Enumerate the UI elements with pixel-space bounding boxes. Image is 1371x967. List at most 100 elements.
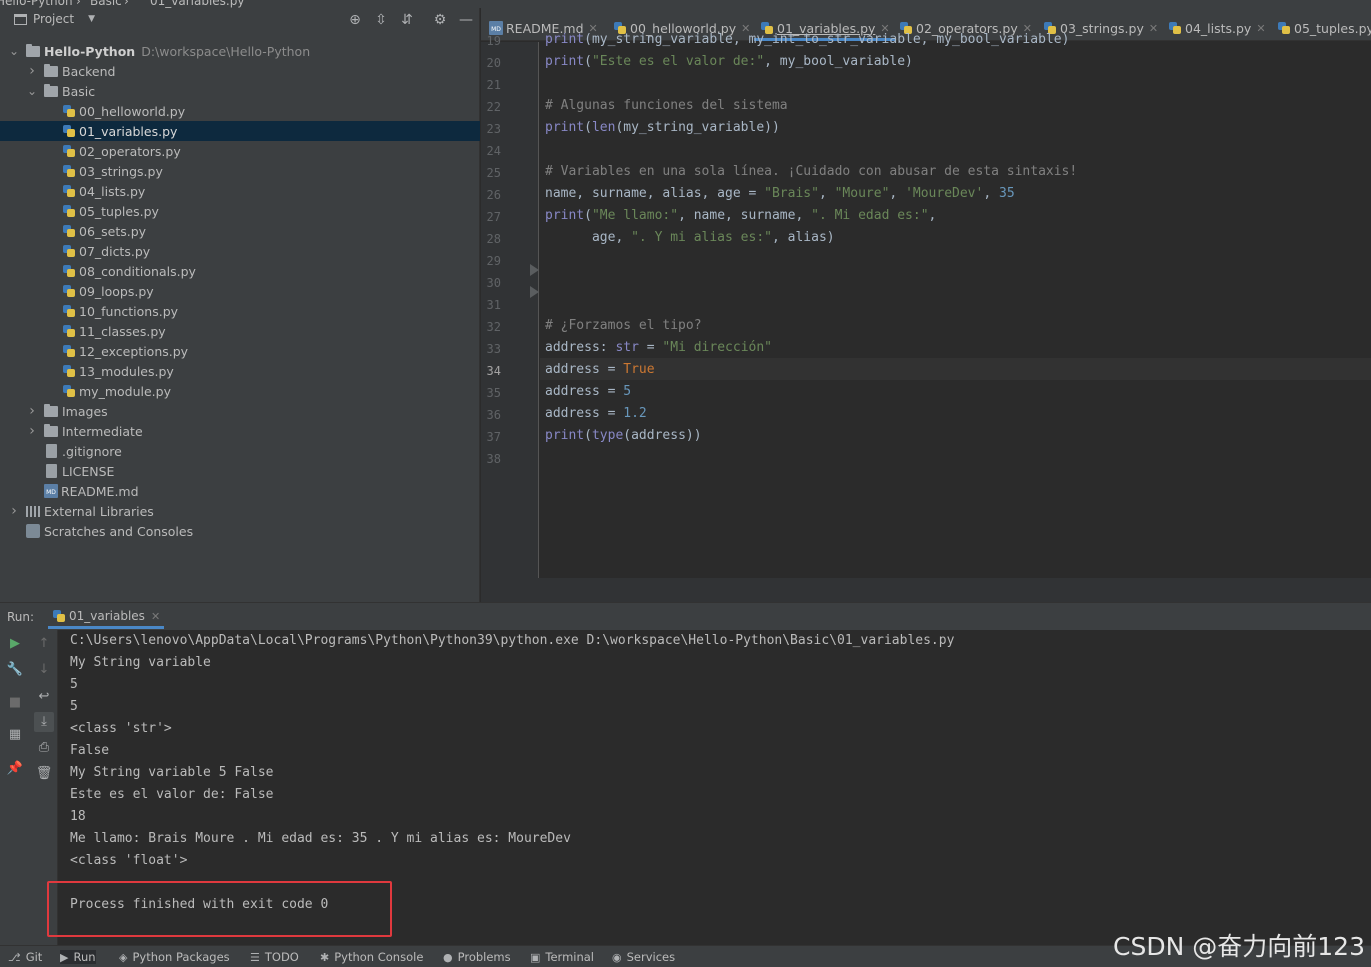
toolwindow-run[interactable]: ▶ Run <box>60 950 96 964</box>
chevron-down-icon: ▼ <box>88 14 95 24</box>
tree-item[interactable]: › Intermediate <box>0 421 480 441</box>
chevron-right-icon[interactable]: › <box>26 64 38 78</box>
code-line: address: str = "Mi dirección" <box>545 340 772 355</box>
python-console-icon: ✱ <box>320 950 330 964</box>
tree-item[interactable]: 13_modules.py <box>0 361 480 381</box>
arrow-down-icon[interactable]: ↓ <box>34 660 54 680</box>
locate-file-icon[interactable]: ⊕ <box>346 11 364 29</box>
navigation-breadcrumb: Hello-Python › Basic › 01_variables.py <box>0 0 1371 8</box>
tree-item[interactable]: › External Libraries <box>0 501 480 521</box>
chevron-down-icon[interactable]: ⌄ <box>8 45 20 57</box>
console-line: Este es el valor de: False <box>70 787 274 802</box>
layout-icon[interactable]: ▦ <box>5 725 25 745</box>
code-editor[interactable]: 19 20 21 22 23 24 25 26 27 28 29 30 31 32 33 34 35 36 37 38… <box>481 32 1371 578</box>
toolwindow-label: Python Console <box>334 950 424 964</box>
line-number: 25 <box>486 166 501 180</box>
tree-item[interactable]: 02_operators.py <box>0 141 480 161</box>
folder-icon <box>26 43 40 57</box>
tree-item[interactable]: 10_functions.py <box>0 301 480 321</box>
tree-item[interactable]: 03_strings.py <box>0 161 480 181</box>
chevron-down-icon[interactable]: ⌄ <box>26 85 38 97</box>
todo-icon: ☰ <box>250 950 260 964</box>
chevron-right-icon[interactable]: › <box>26 424 38 438</box>
close-icon[interactable]: ✕ <box>1256 22 1265 35</box>
tree-item[interactable]: my_module.py <box>0 381 480 401</box>
toolwindow-git[interactable]: ⎇ Git <box>8 950 42 964</box>
console-line: C:\Users\lenovo\AppData\Local\Programs\P… <box>70 633 955 648</box>
arrow-up-icon[interactable]: ↑ <box>34 634 54 654</box>
line-number: 20 <box>486 56 501 70</box>
tree-item[interactable]: 06_sets.py <box>0 221 480 241</box>
editor-tab[interactable]: 05_tuples.py <box>1277 17 1371 39</box>
close-icon[interactable]: ✕ <box>1149 22 1158 35</box>
folder-icon <box>44 83 58 97</box>
tree-item[interactable]: 04_lists.py <box>0 181 480 201</box>
editor-footer <box>481 578 1371 602</box>
tree-item[interactable]: Scratches and Consoles <box>0 521 480 541</box>
gear-icon[interactable]: ⚙ <box>431 11 449 29</box>
code-line: print(type(address)) <box>545 428 702 443</box>
toolwindow-todo[interactable]: ☰ TODO <box>250 950 299 964</box>
tree-item-label: 04_lists.py <box>79 183 146 199</box>
tree-item[interactable]: 05_tuples.py <box>0 201 480 221</box>
tree-item[interactable]: 09_loops.py <box>0 281 480 301</box>
tree-item[interactable]: ⌄ Basic <box>0 81 480 101</box>
toolwindow-problems[interactable]: ● Problems <box>443 950 511 964</box>
stop-icon[interactable]: ■ <box>5 693 25 713</box>
python-file-icon <box>62 384 76 398</box>
toolwindow-python-packages[interactable]: ◈ Python Packages <box>119 950 230 964</box>
hide-panel-icon[interactable]: — <box>457 11 475 29</box>
tree-item[interactable]: LICENSE <box>0 461 480 481</box>
editor-tab[interactable]: 04_lists.py ✕ <box>1168 17 1266 39</box>
run-panel-header: Run: 01_variables ✕ <box>0 602 1371 630</box>
file-icon <box>46 444 57 458</box>
toolwindow-label: Run <box>73 950 96 964</box>
toolwindow-terminal[interactable]: ▣ Terminal <box>530 950 594 964</box>
wrench-icon[interactable]: 🔧 <box>5 660 25 680</box>
toolwindow-services[interactable]: ◉ Services <box>612 950 675 964</box>
tree-item[interactable]: 11_classes.py <box>0 321 480 341</box>
tree-item-label: .gitignore <box>62 443 122 459</box>
project-view-selector[interactable]: Project ▼ <box>14 12 95 26</box>
code-line: address = 5 <box>545 384 632 399</box>
console-line: 5 <box>70 677 78 692</box>
tree-item[interactable]: 00_helloworld.py <box>0 101 480 121</box>
python-file-icon <box>62 244 76 258</box>
toolwindow-label: Services <box>626 950 676 964</box>
scroll-to-end-icon[interactable]: ⤓ <box>34 712 54 732</box>
tree-item[interactable]: 12_exceptions.py <box>0 341 480 361</box>
code-line: address = 1.2 <box>545 406 647 421</box>
run-toolbar-primary: ▶ 🔧 ■ ▦ 📌 <box>0 630 30 945</box>
pin-icon[interactable]: 📌 <box>5 759 25 779</box>
expand-all-icon[interactable]: ⇳ <box>372 11 390 29</box>
trash-icon[interactable]: 🗑 <box>34 764 54 784</box>
tree-item[interactable]: 08_conditionals.py <box>0 261 480 281</box>
code-line: print("Este es el valor de:", my_bool_va… <box>545 54 913 69</box>
print-icon[interactable]: ⎙ <box>34 738 54 758</box>
python-file-icon <box>1168 21 1182 35</box>
breadcrumb-project[interactable]: Hello-Python <box>0 0 73 8</box>
services-icon: ◉ <box>612 950 622 964</box>
breadcrumb-folder[interactable]: Basic <box>90 0 122 8</box>
run-config-tab[interactable]: 01_variables ✕ <box>47 609 165 629</box>
tree-item[interactable]: MD README.md <box>0 481 480 501</box>
toolwindow-python-console[interactable]: ✱ Python Console <box>320 950 423 964</box>
rerun-icon[interactable]: ▶ <box>5 634 25 654</box>
tree-item[interactable]: .gitignore <box>0 441 480 461</box>
tree-item[interactable]: › Backend <box>0 61 480 81</box>
tree-item[interactable]: ⌄ Hello-Python D:\workspace\Hello-Python <box>0 41 480 61</box>
collapse-all-icon[interactable]: ⇵ <box>398 11 416 29</box>
toolwindow-label: TODO <box>264 950 299 964</box>
editor-tab-label: 03_strings.py <box>1060 20 1144 36</box>
folder-icon <box>44 403 58 417</box>
console-line: False <box>70 743 110 758</box>
close-icon[interactable]: ✕ <box>151 610 160 623</box>
tree-item[interactable]: 01_variables.py <box>0 121 480 141</box>
soft-wrap-icon[interactable]: ↩ <box>34 687 54 707</box>
tree-item[interactable]: 07_dicts.py <box>0 241 480 261</box>
chevron-right-icon[interactable]: › <box>26 404 38 418</box>
chevron-right-icon[interactable]: › <box>8 504 20 518</box>
tree-item-label: 13_modules.py <box>79 363 174 379</box>
breadcrumb-file[interactable]: 01_variables.py <box>150 0 244 8</box>
tree-item[interactable]: › Images <box>0 401 480 421</box>
